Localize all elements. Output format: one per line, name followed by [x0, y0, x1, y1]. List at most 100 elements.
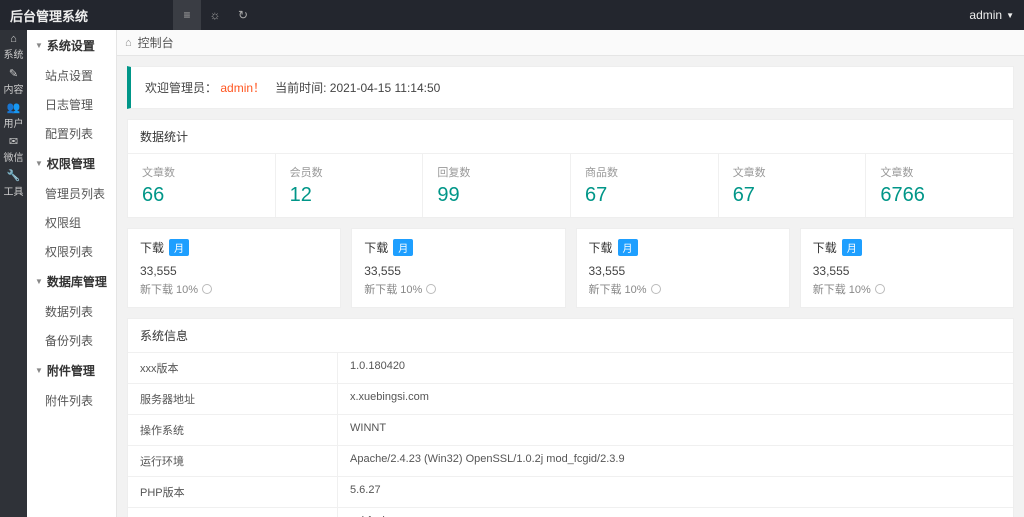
sysinfo-row-5: PHP运行方式cgi-fcgi	[128, 507, 1013, 517]
stat-card-1: 会员数 12	[276, 154, 424, 217]
sidebar-group-label: 权限管理	[47, 155, 95, 172]
stats-title: 数据统计	[128, 120, 1013, 154]
sysinfo-title: 系统信息	[128, 319, 1013, 353]
chevron-down-icon: ▼	[35, 366, 43, 375]
download-card-3: 下载月33,555新下载 10%	[800, 228, 1014, 308]
leftnav-item-1[interactable]: ✎内容	[0, 64, 27, 98]
menu-toggle-icon[interactable]: ≡	[173, 0, 201, 30]
user-menu[interactable]: admin ▼	[969, 8, 1014, 22]
download-sub: 新下载 10%	[364, 281, 552, 297]
sun-icon[interactable]: ☼	[201, 0, 229, 30]
user-name: admin	[969, 8, 1002, 22]
sysinfo-value: WINNT	[338, 415, 1013, 445]
leftnav-label: 系统	[4, 46, 24, 61]
topbar: 后台管理系统 ≡ ☼ ↻ admin ▼	[0, 0, 1024, 30]
download-badge: 月	[618, 239, 638, 256]
sysinfo-key: 操作系统	[128, 415, 338, 445]
stat-value: 66	[142, 184, 261, 207]
leftnav-item-3[interactable]: ✉微信	[0, 132, 27, 166]
leftnav-label: 内容	[4, 81, 24, 96]
download-card-0: 下载月33,555新下载 10%	[127, 228, 341, 308]
leftnav-icon: ✉	[9, 135, 18, 148]
download-number: 33,555	[813, 264, 1001, 278]
stat-value: 67	[733, 184, 852, 207]
sysinfo-key: xxx版本	[128, 353, 338, 383]
stat-value: 67	[585, 184, 704, 207]
download-title: 下载	[364, 239, 388, 256]
sidebar-group-1[interactable]: ▼权限管理	[27, 148, 116, 179]
sidebar-item-2-0[interactable]: 数据列表	[27, 297, 116, 326]
download-number: 33,555	[364, 264, 552, 278]
download-number: 33,555	[589, 264, 777, 278]
welcome-user: admin！	[220, 81, 265, 95]
sidebar-item-0-0[interactable]: 站点设置	[27, 61, 116, 90]
home-icon: ⌂	[125, 37, 132, 49]
refresh-icon[interactable]: ↻	[229, 0, 257, 30]
download-sub: 新下载 10%	[140, 281, 328, 297]
stat-card-3: 商品数 67	[571, 154, 719, 217]
download-badge: 月	[393, 239, 413, 256]
stat-value: 99	[437, 184, 556, 207]
sysinfo-row-4: PHP版本5.6.27	[128, 476, 1013, 507]
stat-value: 6766	[880, 184, 999, 207]
leftnav-icon: ⌂	[10, 33, 17, 45]
sidebar-item-1-0[interactable]: 管理员列表	[27, 179, 116, 208]
stat-label: 商品数	[585, 164, 704, 180]
sysinfo-key: PHP版本	[128, 477, 338, 507]
stat-card-0: 文章数66	[128, 154, 276, 217]
sidebar-item-0-1[interactable]: 日志管理	[27, 90, 116, 119]
download-title: 下载	[589, 239, 613, 256]
leftnav-icon: 👥	[7, 101, 21, 114]
leftnav-label: 微信	[4, 149, 24, 164]
stat-card-5: 文章数 6766	[866, 154, 1013, 217]
leftnav-label: 用户	[4, 115, 24, 130]
stat-value: 12	[290, 184, 409, 207]
stat-label: 文章数	[880, 164, 999, 180]
sidebar-group-3[interactable]: ▼ 附件管理	[27, 355, 116, 386]
leftnav-icon: ✎	[9, 67, 18, 80]
welcome-time-label: 当前时间:	[275, 81, 326, 95]
sidebar-item-1-2[interactable]: 权限列表	[27, 237, 116, 266]
sysinfo-value: 5.6.27	[338, 477, 1013, 507]
stat-label: 文章数	[733, 164, 852, 180]
leftnav-icon: 🔧	[7, 169, 21, 182]
sysinfo-value: 1.0.180420	[338, 353, 1013, 383]
download-sub: 新下载 10%	[813, 281, 1001, 297]
main: ⌂ 控制台 欢迎管理员： admin！ 当前时间: 2021-04-15 11:…	[117, 30, 1024, 517]
sidebar: ▼系统设置站点设置日志管理配置列表▼权限管理管理员列表权限组权限列表▼数据库管理…	[27, 30, 117, 517]
stat-label: 会员数	[290, 164, 409, 180]
smile-icon	[875, 284, 885, 294]
sysinfo-key: 运行环境	[128, 446, 338, 476]
sysinfo-value: Apache/2.4.23 (Win32) OpenSSL/1.0.2j mod…	[338, 446, 1013, 476]
sidebar-group-0[interactable]: ▼系统设置	[27, 30, 116, 61]
sysinfo-row-1: 服务器地址x.xuebingsi.com	[128, 383, 1013, 414]
download-number: 33,555	[140, 264, 328, 278]
leftnav-item-0[interactable]: ⌂系统	[0, 30, 27, 64]
leftnav-item-4[interactable]: 🔧工具	[0, 166, 27, 200]
chevron-down-icon: ▼	[1006, 11, 1014, 20]
download-title: 下载	[140, 239, 164, 256]
sysinfo-value: cgi-fcgi	[338, 508, 1013, 517]
sidebar-group-label: 附件管理	[47, 362, 95, 379]
sysinfo-row-2: 操作系统WINNT	[128, 414, 1013, 445]
leftnav-item-2[interactable]: 👥用户	[0, 98, 27, 132]
sidebar-group-2[interactable]: ▼数据库管理	[27, 266, 116, 297]
sysinfo-row-3: 运行环境Apache/2.4.23 (Win32) OpenSSL/1.0.2j…	[128, 445, 1013, 476]
chevron-down-icon: ▼	[35, 41, 43, 50]
welcome-time: 2021-04-15 11:14:50	[330, 81, 441, 95]
sidebar-item-0-2[interactable]: 配置列表	[27, 119, 116, 148]
sidebar-item-3-0[interactable]: 附件列表	[27, 386, 116, 415]
smile-icon	[651, 284, 661, 294]
stat-card-2: 回复数 99	[423, 154, 571, 217]
brand: 后台管理系统	[10, 6, 158, 25]
sidebar-item-1-1[interactable]: 权限组	[27, 208, 116, 237]
stat-label: 回复数	[437, 164, 556, 180]
smile-icon	[426, 284, 436, 294]
sysinfo-key: 服务器地址	[128, 384, 338, 414]
leftnav-label: 工具	[4, 183, 24, 198]
tabbar: ⌂ 控制台	[117, 30, 1024, 56]
stat-card-4: 文章数 67	[719, 154, 867, 217]
sidebar-item-2-1[interactable]: 备份列表	[27, 326, 116, 355]
sysinfo-value: x.xuebingsi.com	[338, 384, 1013, 414]
tab-label[interactable]: 控制台	[138, 34, 174, 51]
